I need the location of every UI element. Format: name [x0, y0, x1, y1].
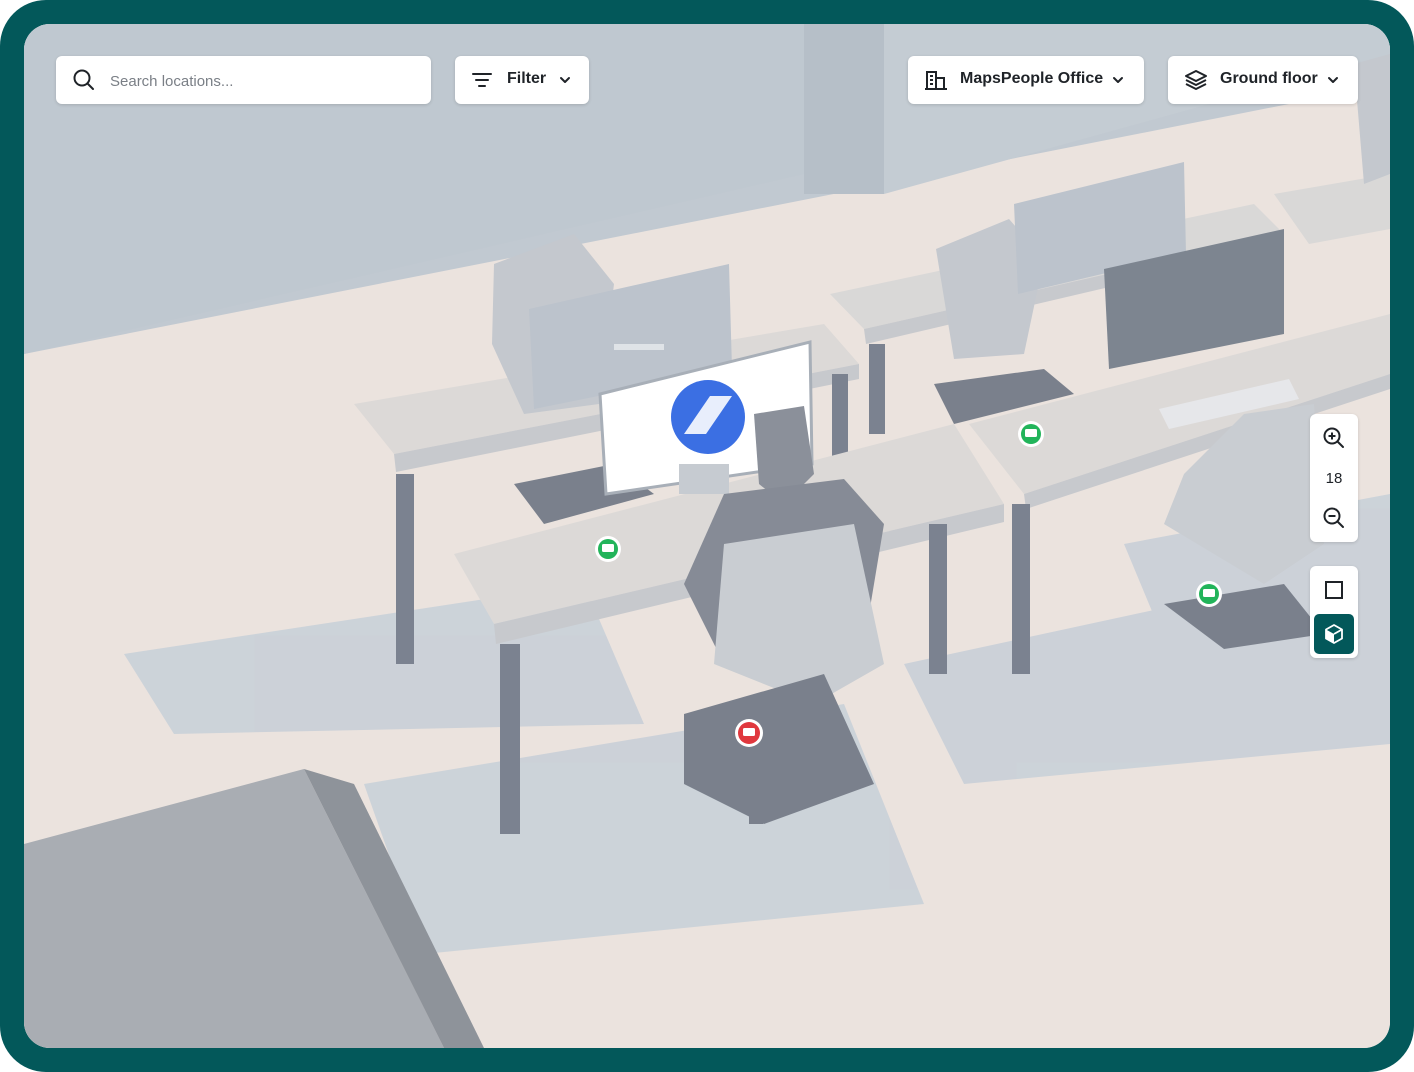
search-input[interactable]	[108, 66, 412, 96]
filter-label: Filter	[507, 70, 547, 87]
map-3d-scene[interactable]	[24, 24, 1390, 1048]
chevron-down-icon	[1328, 77, 1338, 83]
floor-label: Ground floor	[1220, 70, 1318, 87]
zoom-in-icon[interactable]	[1322, 426, 1346, 450]
layers-icon	[1185, 70, 1207, 90]
chevron-down-icon	[560, 77, 570, 83]
view-2d-button[interactable]	[1314, 570, 1354, 610]
cube-3d-icon	[1325, 624, 1343, 644]
view-mode-toggle	[1310, 566, 1358, 658]
square-2d-icon	[1325, 581, 1343, 599]
zoom-controls: 18	[1310, 414, 1358, 542]
marker-occupied[interactable]	[735, 719, 763, 747]
zoom-level: 18	[1325, 470, 1343, 487]
zoom-out-icon[interactable]	[1322, 506, 1346, 530]
filter-lines-icon	[472, 73, 492, 87]
filter-button[interactable]: Filter	[455, 56, 589, 104]
search-icon	[73, 69, 94, 90]
marker-available[interactable]	[1018, 421, 1044, 447]
app-frame: Filter MapsPeople Office	[0, 0, 1414, 1072]
view-3d-button[interactable]	[1314, 614, 1354, 654]
pillar	[804, 24, 884, 194]
floor-selector[interactable]: Ground floor	[1168, 56, 1358, 104]
search-box[interactable]	[56, 56, 431, 104]
chevron-down-icon	[1113, 77, 1123, 83]
venue-selector[interactable]: MapsPeople Office	[908, 56, 1144, 104]
marker-available[interactable]	[595, 536, 621, 562]
marker-available[interactable]	[1196, 581, 1222, 607]
venue-label: MapsPeople Office	[960, 70, 1104, 87]
map-viewport[interactable]: Filter MapsPeople Office	[24, 24, 1390, 1048]
building-icon	[925, 71, 947, 90]
